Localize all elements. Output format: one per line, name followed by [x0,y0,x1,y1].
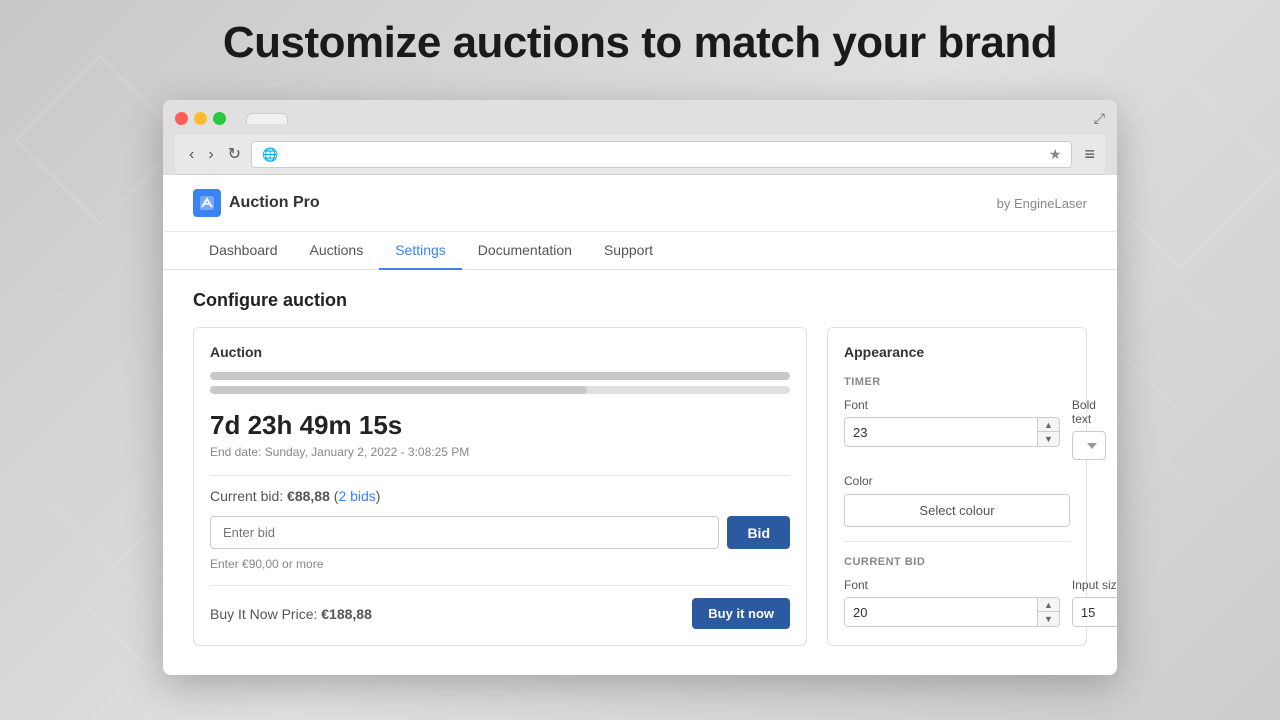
browser-titlebar: ⤢ [175,110,1105,127]
browser-window: ⤢ ‹ › ↻ 🌐 ★ ≡ [163,100,1117,675]
font-value-input[interactable] [845,418,1037,446]
font-group: Font ▲ ▼ [844,398,1060,460]
bid-close-paren: ) [376,488,381,504]
tab-auctions[interactable]: Auctions [294,232,380,270]
font-increment[interactable]: ▲ [1038,418,1059,432]
color-group: Color Select colour [844,474,1070,527]
progress-bar-2 [210,386,790,394]
section-divider [844,541,1070,542]
current-bid-label: Current bid: [210,488,283,504]
appearance-title: Appearance [844,344,1070,360]
auction-panel: Auction 7d 23h 49m 15s End date: Sunday,… [193,327,807,646]
back-button[interactable]: ‹ [185,145,198,165]
tab-dashboard[interactable]: Dashboard [193,232,294,270]
divider-1 [210,475,790,476]
current-bid-row: Current bid: €88,88 (2 bids) [210,488,790,504]
progress-bar-1 [210,372,790,380]
end-date: End date: Sunday, January 2, 2022 - 3:08… [210,445,790,459]
logo-icon [193,189,221,217]
bold-text-label: Bold text [1072,398,1106,426]
by-text: by EngineLaser [997,196,1087,211]
app-content: Auction Pro by EngineLaser Dashboard Auc… [163,175,1117,675]
tab-settings[interactable]: Settings [379,232,462,270]
main-area: Configure auction Auction 7d 23h 49m 1 [163,270,1117,666]
cb-font-spinner: ▲ ▼ [844,597,1060,627]
tab-documentation[interactable]: Documentation [462,232,588,270]
bold-text-group: Bold text Yes No [1072,398,1106,460]
buy-now-row: Buy It Now Price: €188,88 Buy it now [210,585,790,629]
bid-hint: Enter €90,00 or more [210,557,790,571]
progress-bar-2-fill [210,386,587,394]
close-button[interactable] [175,112,188,125]
tab-support[interactable]: Support [588,232,669,270]
app-header: Auction Pro by EngineLaser [163,175,1117,232]
cb-font-spinner-buttons: ▲ ▼ [1037,598,1059,626]
app-title: Auction Pro [229,194,320,212]
maximize-button[interactable] [213,112,226,125]
app-logo: Auction Pro [193,189,320,217]
current-bid-form-row: Font ▲ ▼ Input size [844,578,1070,627]
address-bar[interactable]: 🌐 ★ [251,141,1072,168]
bid-amount-value: €88,88 [287,488,330,504]
cb-font-label: Font [844,578,1060,592]
timer-display: 7d 23h 49m 15s [210,410,790,441]
cb-font-increment[interactable]: ▲ [1038,598,1059,612]
input-size-spinner: ▲ ▼ [1072,597,1117,627]
two-col-layout: Auction 7d 23h 49m 15s End date: Sunday,… [193,327,1087,646]
input-size-label: Input size [1072,578,1117,592]
browser-chrome: ⤢ ‹ › ↻ 🌐 ★ ≡ [163,100,1117,175]
current-bid-section: CURRENT BID Font ▲ ▼ [844,556,1070,627]
progress-bars [210,372,790,394]
cb-font-group: Font ▲ ▼ [844,578,1060,627]
section-title: Configure auction [193,290,1087,311]
auction-panel-title: Auction [210,344,790,360]
current-bid-section-label: CURRENT BID [844,556,1070,568]
buy-now-price: €188,88 [321,606,372,622]
select-colour-button[interactable]: Select colour [844,494,1070,527]
timer-form-row: Font ▲ ▼ Bold text [844,398,1070,460]
browser-tab[interactable] [246,113,288,124]
nav-tabs: Dashboard Auctions Settings Documentatio… [163,232,1117,270]
traffic-lights [175,112,226,125]
buy-now-label: Buy It Now Price: €188,88 [210,606,372,622]
refresh-button[interactable]: ↻ [224,145,245,165]
timer-section-label: TIMER [844,376,1070,388]
input-size-group: Input size ▲ ▼ [1072,578,1117,627]
browser-tabs [246,113,288,124]
font-spinner: ▲ ▼ [844,417,1060,447]
font-spinner-buttons: ▲ ▼ [1037,418,1059,446]
bookmark-icon[interactable]: ★ [1049,146,1062,163]
expand-icon[interactable]: ⤢ [1094,110,1105,127]
font-label: Font [844,398,1060,412]
input-size-value-input[interactable] [1073,598,1117,626]
bold-text-select[interactable]: Yes No [1072,431,1106,460]
forward-button[interactable]: › [204,145,217,165]
cb-font-value-input[interactable] [845,598,1037,626]
bid-row: Bid [210,516,790,549]
buy-now-button[interactable]: Buy it now [692,598,790,629]
minimize-button[interactable] [194,112,207,125]
bids-link[interactable]: 2 bids [338,488,375,504]
bid-button[interactable]: Bid [727,516,790,549]
color-label: Color [844,474,1070,488]
font-decrement[interactable]: ▼ [1038,432,1059,446]
browser-menu-icon[interactable]: ≡ [1084,144,1095,165]
globe-icon: 🌐 [262,147,278,163]
browser-nav: ‹ › ↻ 🌐 ★ ≡ [175,135,1105,175]
appearance-panel: Appearance TIMER Font ▲ ▼ [827,327,1087,646]
page-headline: Customize auctions to match your brand [0,18,1280,68]
cb-font-decrement[interactable]: ▼ [1038,612,1059,626]
progress-bar-1-fill [210,372,790,380]
bid-input[interactable] [210,516,719,549]
